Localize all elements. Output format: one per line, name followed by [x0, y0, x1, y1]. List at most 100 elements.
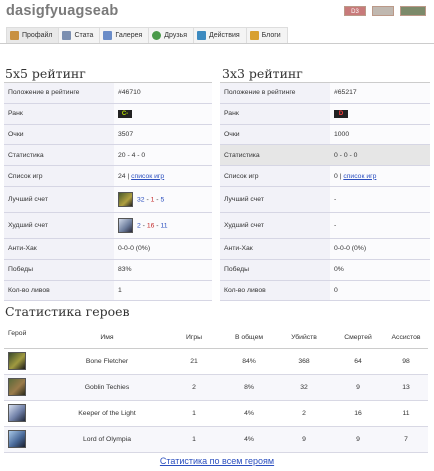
hero-kills: 9	[276, 426, 332, 453]
hero-total: 8%	[222, 374, 276, 401]
row-points: Очки 3507	[4, 123, 212, 145]
hero-name: Keeper of the Light	[48, 400, 166, 427]
gallery-icon	[103, 31, 113, 40]
row-label: Очки	[220, 123, 330, 145]
rating-3x3-table: Положение в рейтинге #65217 Ранк D Очки …	[220, 82, 430, 302]
goblin-techies-icon[interactable]	[8, 378, 26, 396]
lord-of-olympia-icon[interactable]	[8, 430, 26, 448]
worst-hero-icon[interactable]	[118, 217, 133, 233]
tab-friends[interactable]: Друзья	[148, 27, 194, 43]
hero-row: Goblin Techies 2 8% 32 9 13	[4, 374, 428, 401]
hero-deaths: 9	[332, 426, 384, 453]
points-value: 1000	[330, 123, 430, 145]
profile-icon	[10, 31, 19, 40]
row-label: Статистика	[4, 144, 114, 166]
keeper-of-the-light-icon[interactable]	[8, 404, 26, 422]
row-label: Лучший счет	[220, 185, 330, 213]
hero-kills: 368	[276, 348, 332, 375]
row-wins: Победы 0%	[220, 258, 430, 281]
row-label: Худший счет	[220, 211, 330, 239]
worst-kills: 2	[137, 222, 141, 230]
row-leaves: Кол-во ливов 0	[220, 279, 430, 302]
worst-assists: 11	[160, 222, 168, 230]
tab-gallery[interactable]: Галерея	[99, 27, 150, 43]
row-worst: Худший счет -	[220, 211, 430, 239]
col-hero: Герой	[4, 328, 48, 349]
top-badges: D3	[344, 6, 426, 16]
row-position: Положение в рейтинге #46710	[4, 82, 212, 104]
tab-blogs[interactable]: Блоги	[245, 27, 288, 43]
best-hero-icon[interactable]	[118, 191, 133, 207]
tab-label: Галерея	[115, 32, 143, 39]
hero-row: Bone Fletcher 21 84% 368 64 98	[4, 348, 428, 375]
row-antihack: Анти-Хак 0-0-0 (0%)	[4, 237, 212, 260]
tab-profile[interactable]: Профайл	[6, 27, 60, 43]
tab-label: Друзья	[164, 32, 187, 39]
bone-fletcher-icon[interactable]	[8, 352, 26, 370]
badge-dota[interactable]: D3	[344, 6, 366, 16]
row-label: Ранк	[4, 102, 114, 125]
col-total: В общем	[222, 328, 276, 349]
games-list-link[interactable]: список игр	[131, 173, 164, 180]
tab-label: Профайл	[22, 32, 53, 39]
row-games: Список игр 0 | список игр	[220, 165, 430, 187]
col-deaths: Смертей	[332, 328, 384, 349]
col-assists: Ассистов	[384, 328, 428, 349]
best-assists: 5	[160, 196, 165, 204]
row-statistics: Статистика 20 - 4 - 0	[4, 144, 212, 166]
rank-badge: D	[334, 109, 348, 118]
row-label: Анти-Хак	[4, 237, 114, 260]
username-title: dasigfyuagseab	[6, 3, 119, 19]
col-games: Игры	[166, 328, 222, 349]
heroes-table: Герой Имя Игры В общем Убийств Смертей А…	[4, 328, 428, 453]
position-value: #65217	[330, 82, 430, 104]
leaves-value: 1	[114, 279, 212, 302]
games-list-link[interactable]: список игр	[343, 173, 376, 180]
hero-row: Lord of Olympia 1 4% 9 9 7	[4, 426, 428, 453]
best-deaths: 1	[150, 196, 155, 204]
row-worst: Худший счет 2 - 16 - 11	[4, 211, 212, 239]
row-label: Кол-во ливов	[220, 279, 330, 302]
hero-assists: 98	[384, 348, 428, 375]
worst-value: -	[330, 211, 430, 239]
games-count: 24	[118, 172, 126, 180]
row-label: Список игр	[220, 165, 330, 187]
rating-3x3-title: 3x3 рейтинг	[222, 66, 303, 81]
hero-name: Bone Fletcher	[48, 348, 166, 375]
tab-stats[interactable]: Стата	[58, 27, 101, 43]
row-label: Победы	[220, 258, 330, 281]
blogs-icon	[249, 31, 259, 40]
row-label: Кол-во ливов	[4, 279, 114, 302]
wins-value: 0%	[330, 258, 430, 281]
badge-flag[interactable]	[372, 6, 394, 16]
position-value: #46710	[114, 82, 212, 104]
hero-assists: 7	[384, 426, 428, 453]
heroes-title: Статистика героев	[5, 304, 130, 319]
all-heroes-stats-link[interactable]: Статистика по всем героям	[160, 456, 274, 466]
hero-total: 4%	[222, 426, 276, 453]
row-label: Победы	[4, 258, 114, 281]
hero-deaths: 64	[332, 348, 384, 375]
tab-label: Блоги	[261, 32, 281, 39]
best-kills: 32	[137, 196, 145, 204]
hero-name: Goblin Techies	[48, 374, 166, 401]
antihack-value: 0-0-0 (0%)	[330, 237, 430, 260]
tab-label: Действия	[208, 32, 240, 39]
stats-icon	[62, 31, 72, 40]
row-label: Ранк	[220, 102, 330, 125]
hero-games: 2	[166, 374, 222, 401]
hero-assists: 13	[384, 374, 428, 401]
tabs-divider	[0, 43, 434, 44]
row-rank: Ранк C-	[4, 102, 212, 125]
heroes-header-row: Герой Имя Игры В общем Убийств Смертей А…	[4, 328, 428, 349]
row-games: Список игр 24 | список игр	[4, 165, 212, 187]
row-points: Очки 1000	[220, 123, 430, 145]
tab-actions[interactable]: Действия	[192, 27, 247, 43]
row-label: Лучший счет	[4, 185, 114, 213]
worst-deaths: 16	[146, 222, 155, 230]
actions-icon	[196, 31, 206, 40]
row-wins: Победы 83%	[4, 258, 212, 281]
antihack-value: 0-0-0 (0%)	[114, 237, 212, 260]
badge-extra[interactable]	[400, 6, 426, 16]
row-label: Анти-Хак	[220, 237, 330, 260]
